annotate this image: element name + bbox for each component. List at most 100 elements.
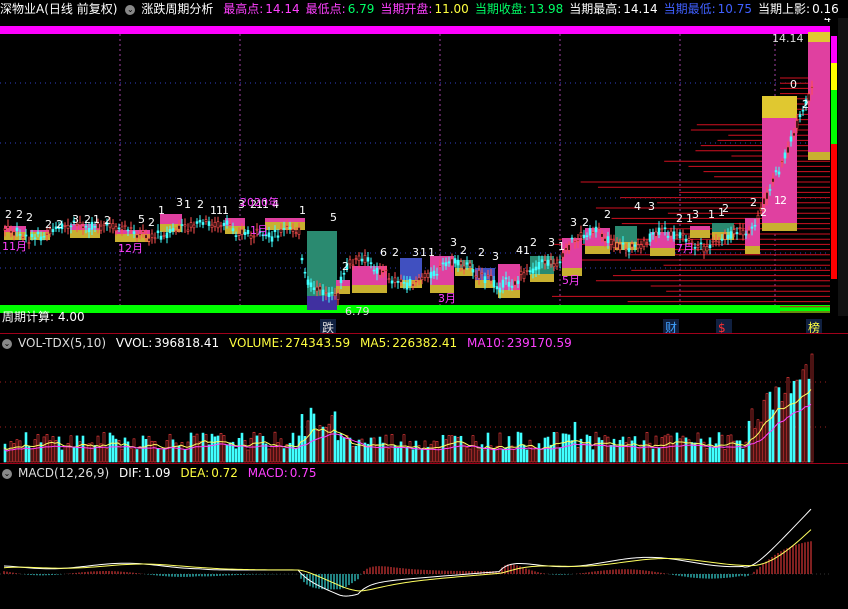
candle-body-115 xyxy=(348,259,352,265)
macd-name[interactable]: MACD(12,26,9) xyxy=(18,466,109,480)
candle-body-204 xyxy=(615,242,619,248)
vol-bar-7 xyxy=(24,432,28,463)
candle-body-140 xyxy=(423,273,427,278)
candle-body-187 xyxy=(564,247,568,251)
candle-body-63 xyxy=(192,224,196,229)
candle-body-203 xyxy=(612,240,616,248)
candle-body-0 xyxy=(3,228,7,231)
vol-bar-164 xyxy=(495,445,499,463)
candle-body-240 xyxy=(723,233,727,240)
candle-body-178 xyxy=(537,262,541,270)
vol-bar-47 xyxy=(144,439,148,463)
volume-menu-icon[interactable]: ⌄ xyxy=(2,338,12,349)
vol-bar-106 xyxy=(321,426,325,463)
candle-body-7 xyxy=(24,234,28,237)
candle-body-228 xyxy=(687,238,691,241)
candle-body-265 xyxy=(798,114,802,118)
vol-bar-19 xyxy=(60,449,64,463)
vol-bar-45 xyxy=(138,446,142,463)
count-label-57: 4 xyxy=(824,18,831,25)
indicator-name[interactable]: 涨跌周期分析 xyxy=(141,2,213,16)
vol-bar-110 xyxy=(333,411,337,463)
vol-bar-23 xyxy=(72,447,76,463)
candle-body-96 xyxy=(291,229,295,232)
candle-body-111 xyxy=(336,292,340,300)
vol-bar-72 xyxy=(219,433,223,463)
candle-body-157 xyxy=(474,275,478,278)
vol-bar-79 xyxy=(240,432,244,463)
candle-body-121 xyxy=(366,257,370,262)
indicator-menu-icon[interactable]: ⌄ xyxy=(125,4,136,15)
stock-name[interactable]: 深物业A(日线 前复权) xyxy=(0,2,117,16)
stat-value-3: 13.98 xyxy=(528,2,564,16)
vol-bar-16 xyxy=(51,436,55,463)
candle-body-28 xyxy=(87,227,91,233)
candle-body-259 xyxy=(780,161,784,163)
vol-bar-180 xyxy=(543,437,547,463)
candle-body-108 xyxy=(327,292,331,298)
vol-bar-149 xyxy=(450,435,454,463)
candle-body-236 xyxy=(711,240,715,243)
candle-body-36 xyxy=(111,223,115,230)
candle-body-90 xyxy=(273,229,277,233)
vol-bar-46 xyxy=(141,435,145,463)
vol-bar-64 xyxy=(195,433,199,463)
candle-body-255 xyxy=(768,189,772,191)
vol-bar-40 xyxy=(123,437,127,463)
main-chart-header: 深物业A(日线 前复权) ⌄ 涨跌周期分析 最高点: 14.14 最低点: 6.79 当期开… xyxy=(0,0,848,18)
candle-body-122 xyxy=(369,262,373,264)
candle-body-156 xyxy=(471,269,475,273)
volume-value: 274343.59 xyxy=(285,336,351,350)
count-label-33: 2 xyxy=(478,246,485,259)
candle-body-30 xyxy=(93,225,97,228)
vol-bar-44 xyxy=(135,449,139,463)
price-scrollbar[interactable] xyxy=(838,18,848,316)
candle-body-65 xyxy=(198,219,202,223)
candle-body-57 xyxy=(174,230,178,233)
vol-bar-69 xyxy=(210,433,214,463)
candle-body-194 xyxy=(585,235,589,237)
vol-bar-131 xyxy=(396,447,400,463)
macd-menu-icon[interactable]: ⌄ xyxy=(2,468,12,479)
vol-bar-54 xyxy=(165,440,169,463)
macd-chart[interactable] xyxy=(0,482,838,609)
candle-body-74 xyxy=(225,220,229,225)
price-chart[interactable]: 2 2 22 2 3 2 1 2 5 213 1 2 1 1 1 3 2 1 1 4 1526 2 3 1 132 2 3 4 12 3 1… xyxy=(0,18,838,334)
month-label-5: 5月 xyxy=(562,274,580,287)
volume-name[interactable]: VOL-TDX(5,10) xyxy=(18,336,106,350)
vol-bar-24 xyxy=(75,435,79,463)
vol-bar-213 xyxy=(642,440,646,463)
vol-bar-105 xyxy=(318,425,322,463)
vol-bar-246 xyxy=(741,448,745,463)
volume-chart[interactable] xyxy=(0,352,838,464)
candle-body-183 xyxy=(552,263,556,267)
vol-bar-234 xyxy=(705,447,709,463)
candle-body-144 xyxy=(435,273,439,276)
candle-body-103 xyxy=(312,287,316,290)
candle-body-6 xyxy=(21,236,25,239)
candle-body-44 xyxy=(135,234,139,239)
candle-body-234 xyxy=(705,246,709,252)
candle-body-166 xyxy=(501,279,505,288)
candle-body-212 xyxy=(639,244,643,249)
candle-body-88 xyxy=(267,232,271,238)
candle-body-68 xyxy=(207,221,211,226)
candle-body-246 xyxy=(741,229,745,236)
count-label-11: 1 xyxy=(158,204,165,217)
count-label-9: 5 xyxy=(138,213,145,226)
count-label-29: 1 xyxy=(420,246,427,259)
candle-body-198 xyxy=(597,227,601,230)
vol-bar-3 xyxy=(12,443,16,463)
side-strip-3 xyxy=(831,117,837,144)
macd-value: 0.75 xyxy=(289,466,317,480)
vol-bar-222 xyxy=(669,435,673,463)
candle-body-43 xyxy=(132,231,136,234)
vol-bar-200 xyxy=(603,435,607,463)
vol-bar-235 xyxy=(708,437,712,463)
vol-bar-259 xyxy=(780,401,784,463)
candle-body-197 xyxy=(594,226,598,233)
count-label-43: 4 xyxy=(634,200,641,213)
candle-body-225 xyxy=(678,232,682,239)
vol-bar-226 xyxy=(681,435,685,463)
candle-body-177 xyxy=(534,266,538,271)
